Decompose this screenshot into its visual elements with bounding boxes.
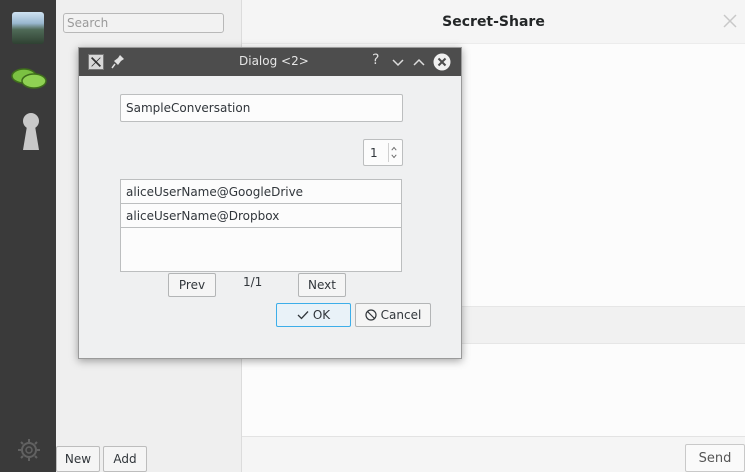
- quantity-stepper[interactable]: 1: [363, 139, 403, 166]
- message-composer[interactable]: [242, 436, 745, 472]
- next-button[interactable]: Next: [298, 273, 346, 297]
- conversation-name-value: SampleConversation: [126, 101, 251, 115]
- search-input[interactable]: [63, 13, 224, 33]
- account-label: aliceUserName@Dropbox: [126, 208, 280, 223]
- prev-button[interactable]: Prev: [168, 273, 216, 297]
- list-item[interactable]: aliceUserName@Dropbox: [121, 204, 401, 228]
- ok-button[interactable]: OK: [276, 303, 351, 327]
- account-list[interactable]: aliceUserName@GoogleDrive aliceUserName@…: [120, 179, 402, 272]
- window-title: Secret-Share: [242, 0, 745, 44]
- gear-icon[interactable]: [17, 438, 41, 462]
- window-title-text: Secret-Share: [442, 13, 545, 30]
- stepper-arrows-icon[interactable]: [388, 143, 399, 162]
- dialog-window: Dialog <2> ? SampleConversation 1 aliceU…: [78, 47, 462, 359]
- conversation-name-field[interactable]: SampleConversation: [120, 94, 403, 122]
- stepper-value: 1: [370, 146, 378, 160]
- cancel-button[interactable]: Cancel: [355, 303, 431, 327]
- cancel-label: Cancel: [380, 308, 422, 322]
- user-avatar[interactable]: [12, 12, 44, 44]
- chevron-up-icon[interactable]: [412, 56, 426, 68]
- dialog-titlebar[interactable]: Dialog <2> ?: [79, 48, 461, 76]
- cancel-icon: [365, 309, 377, 321]
- navigation-rail: [0, 0, 56, 472]
- dialog-close-icon[interactable]: [433, 53, 451, 71]
- checkmark-icon: [297, 311, 309, 320]
- send-button[interactable]: Send: [685, 444, 745, 472]
- account-label: aliceUserName@GoogleDrive: [126, 184, 304, 199]
- ok-label: OK: [312, 308, 331, 322]
- new-button[interactable]: New: [56, 446, 100, 472]
- chat-bubbles-icon[interactable]: [10, 66, 48, 92]
- list-item[interactable]: aliceUserName@GoogleDrive: [121, 180, 401, 204]
- help-button[interactable]: ?: [372, 52, 379, 68]
- close-icon[interactable]: [721, 12, 739, 30]
- page-indicator: 1/1: [243, 275, 263, 289]
- add-button[interactable]: Add: [103, 446, 147, 472]
- pin-icon[interactable]: [111, 54, 125, 70]
- keyhole-icon[interactable]: [20, 112, 42, 152]
- chevron-down-icon[interactable]: [391, 56, 405, 68]
- app-icon: [88, 54, 104, 70]
- dialog-title: Dialog <2>: [239, 54, 309, 68]
